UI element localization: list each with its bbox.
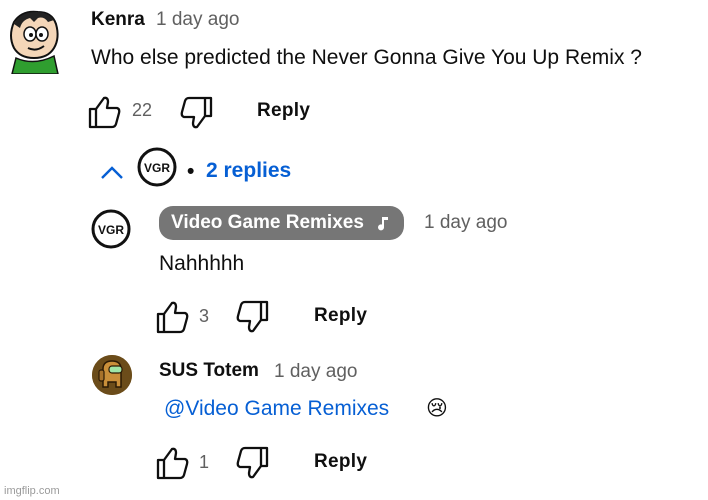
creator-reply-avatar-text: VGR	[144, 161, 170, 175]
creator-reply-avatar: VGR	[136, 146, 178, 188]
reply-like-count: 1	[199, 452, 210, 472]
thumbs-down-icon	[236, 446, 269, 479]
replies-count-toggle[interactable]: 2 replies	[206, 159, 291, 183]
comment-author[interactable]: Kenra	[91, 9, 145, 31]
reply-mention-link[interactable]: @Video Game Remixes	[164, 397, 389, 421]
reply-reply-button[interactable]: Reply	[314, 451, 367, 473]
replies-separator: •	[187, 160, 195, 183]
reply-button[interactable]: Reply	[257, 100, 310, 122]
reply-timestamp[interactable]: 1 day ago	[424, 212, 507, 234]
commenter-avatar[interactable]	[4, 8, 64, 74]
dislike-button[interactable]	[179, 96, 215, 130]
reply-like-button[interactable]	[154, 446, 190, 480]
thumbs-up-icon	[156, 301, 189, 334]
thumbs-up-icon	[156, 447, 189, 480]
comment-text: Who else predicted the Never Gonna Give …	[91, 46, 642, 69]
chevron-up-icon	[101, 166, 123, 179]
reply-dislike-button[interactable]	[235, 300, 271, 334]
thumbs-up-icon	[88, 96, 121, 129]
watermark: imgflip.com	[4, 485, 60, 497]
reply-reply-button[interactable]: Reply	[314, 305, 367, 327]
reply-avatar-sus[interactable]	[92, 355, 132, 395]
creator-author-chip[interactable]: Video Game Remixes	[159, 206, 404, 240]
reply-author[interactable]: SUS Totem	[159, 360, 259, 382]
music-note-icon	[377, 217, 388, 231]
comment-timestamp[interactable]: 1 day ago	[156, 9, 239, 31]
reply-timestamp[interactable]: 1 day ago	[274, 361, 357, 383]
crying-emoji: 😢	[426, 396, 448, 420]
thumbs-down-icon	[236, 300, 269, 333]
like-button[interactable]	[86, 95, 122, 129]
reply-like-count: 3	[199, 306, 210, 326]
reply-text: Nahhhhh	[159, 252, 245, 275]
reply-avatar-vgr[interactable]: VGR	[90, 208, 132, 250]
like-count: 22	[132, 100, 153, 120]
reply-author: Video Game Remixes	[171, 212, 364, 233]
hide-replies-button[interactable]	[98, 162, 126, 182]
reply-like-button[interactable]	[154, 300, 190, 334]
reply-dislike-button[interactable]	[235, 446, 271, 480]
thumbs-down-icon	[180, 96, 213, 129]
reply-avatar-vgr-text: VGR	[98, 223, 124, 237]
